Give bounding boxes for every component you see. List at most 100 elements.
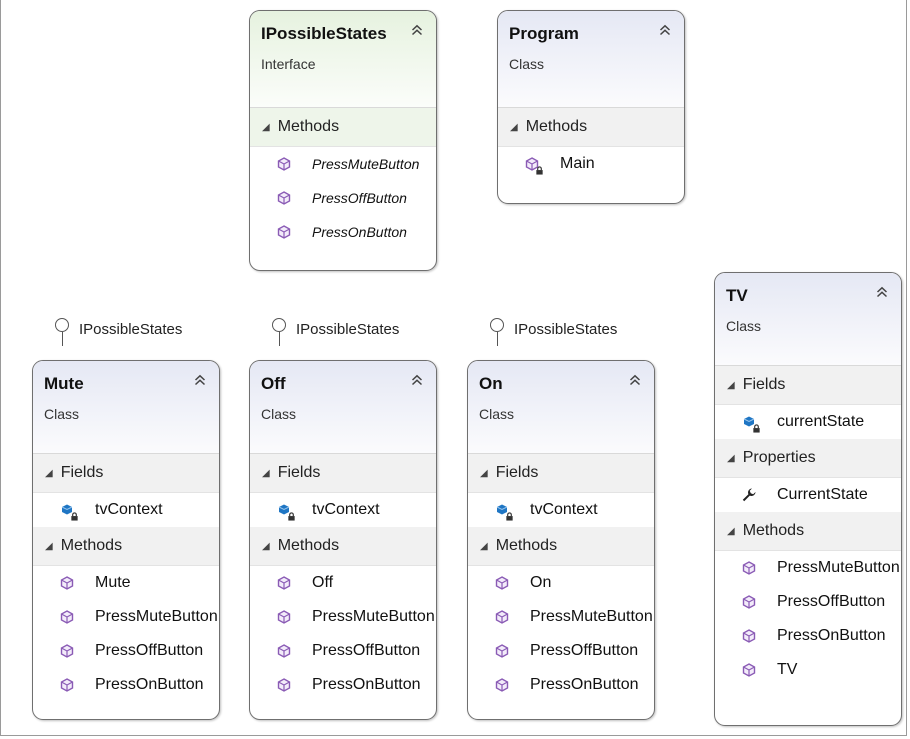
member-row[interactable]: TV [715, 653, 901, 687]
box-tv[interactable]: TV Class ◢ Fields currentState ◢ Propertie… [714, 272, 902, 726]
lollipop-label: IPossibleStates [296, 321, 400, 338]
section-fields[interactable]: ◢ Fields [33, 454, 219, 493]
member-label: tvContext [95, 501, 163, 518]
member-label: PressOffButton [777, 593, 886, 610]
section-fields[interactable]: ◢ Fields [468, 454, 654, 493]
member-row[interactable]: PressMuteButton [250, 147, 436, 181]
member-row[interactable]: PressOnButton [715, 619, 901, 653]
member-label: Mute [95, 574, 131, 591]
member-row[interactable]: tvContext [468, 493, 654, 527]
method-icon [276, 190, 292, 206]
section-properties[interactable]: ◢ Properties [715, 439, 901, 478]
method-icon [276, 643, 292, 659]
member-row[interactable]: PressOffButton [468, 634, 654, 668]
member-label: PressOffButton [530, 642, 639, 659]
member-row[interactable]: PressOnButton [468, 668, 654, 702]
method-icon [741, 662, 757, 678]
member-row[interactable]: tvContext [33, 493, 219, 527]
collapse-icon[interactable] [658, 23, 672, 37]
method-icon [741, 560, 757, 576]
method-icon [276, 677, 292, 693]
box-header: On Class [468, 361, 654, 454]
member-row[interactable]: PressOffButton [33, 634, 219, 668]
box-title: Program [509, 24, 579, 43]
box-program[interactable]: Program Class ◢ Methods Main [497, 10, 685, 204]
expand-triangle-icon: ◢ [727, 380, 735, 391]
collapse-icon[interactable] [410, 373, 424, 387]
member-row[interactable]: Off [250, 566, 436, 600]
member-row[interactable]: currentState [715, 405, 901, 439]
member-label: tvContext [312, 501, 380, 518]
method-icon [59, 575, 75, 591]
box-on[interactable]: On Class ◢ Fields tvContext ◢ Methods On P… [467, 360, 655, 720]
member-row[interactable]: PressMuteButton [33, 600, 219, 634]
member-row[interactable]: PressOffButton [250, 181, 436, 215]
box-mute[interactable]: Mute Class ◢ Fields tvContext ◢ Methods Mu… [32, 360, 220, 720]
member-label: PressMuteButton [95, 608, 218, 625]
box-header: Off Class [250, 361, 436, 454]
member-row[interactable]: PressOffButton [715, 585, 901, 619]
section-fields[interactable]: ◢ Fields [250, 454, 436, 493]
member-row[interactable]: PressOffButton [250, 634, 436, 668]
member-row[interactable]: Main [498, 147, 684, 181]
section-label: Methods [277, 118, 340, 135]
member-label: PressOnButton [312, 224, 407, 240]
member-row[interactable]: On [468, 566, 654, 600]
collapse-icon[interactable] [628, 373, 642, 387]
box-kind: Interface [261, 56, 316, 72]
box-header: TV Class [715, 273, 901, 366]
method-icon [59, 643, 75, 659]
section-label: Methods [495, 537, 558, 554]
member-label: tvContext [530, 501, 598, 518]
member-label: PressMuteButton [312, 156, 420, 172]
member-row[interactable]: PressMuteButton [468, 600, 654, 634]
member-label: PressOffButton [312, 642, 421, 659]
member-row[interactable]: CurrentState [715, 478, 901, 512]
member-row[interactable]: PressOnButton [250, 215, 436, 249]
box-off[interactable]: Off Class ◢ Fields tvContext ◢ Methods Off… [249, 360, 437, 720]
collapse-icon[interactable] [875, 285, 889, 299]
member-row[interactable]: PressOnButton [250, 668, 436, 702]
member-row[interactable]: tvContext [250, 493, 436, 527]
section-methods[interactable]: ◢ Methods [33, 527, 219, 566]
method-icon [59, 677, 75, 693]
lollipop-label: IPossibleStates [79, 321, 183, 338]
member-label: PressOnButton [777, 627, 886, 644]
method-icon [276, 224, 292, 240]
section-methods[interactable]: ◢ Methods [250, 527, 436, 566]
section-label: Fields [60, 464, 104, 481]
member-row[interactable]: PressOnButton [33, 668, 219, 702]
lollipop-circle [490, 318, 504, 332]
box-header: Mute Class [33, 361, 219, 454]
box-title: IPossibleStates [261, 24, 387, 43]
expand-triangle-icon: ◢ [45, 541, 53, 552]
expand-triangle-icon: ◢ [510, 122, 518, 133]
box-header: Program Class [498, 11, 684, 108]
member-row[interactable]: Mute [33, 566, 219, 600]
lock-icon [70, 512, 79, 521]
lollipop-stem [496, 332, 498, 346]
section-label: Methods [60, 537, 123, 554]
section-methods[interactable]: ◢ Methods [468, 527, 654, 566]
section-fields[interactable]: ◢ Fields [715, 366, 901, 405]
section-label: Properties [742, 449, 816, 466]
section-methods[interactable]: ◢ Methods [250, 108, 436, 147]
collapse-icon[interactable] [193, 373, 207, 387]
member-row[interactable]: PressMuteButton [250, 600, 436, 634]
section-label: Methods [277, 537, 340, 554]
collapse-icon[interactable] [410, 23, 424, 37]
member-row[interactable]: PressMuteButton [715, 551, 901, 585]
lollipop-label: IPossibleStates [514, 321, 618, 338]
member-label: TV [777, 661, 798, 678]
expand-triangle-icon: ◢ [727, 526, 735, 537]
box-ipossiblestates[interactable]: IPossibleStates Interface ◢ Methods Press… [249, 10, 437, 271]
section-methods[interactable]: ◢ Methods [715, 512, 901, 551]
member-label: PressMuteButton [777, 559, 900, 576]
section-methods[interactable]: ◢ Methods [498, 108, 684, 147]
box-title: Mute [44, 374, 84, 393]
wrench-icon [741, 487, 757, 503]
section-label: Methods [742, 522, 805, 539]
member-label: currentState [777, 413, 865, 430]
lollipop-circle [55, 318, 69, 332]
member-label: PressOnButton [95, 676, 204, 693]
